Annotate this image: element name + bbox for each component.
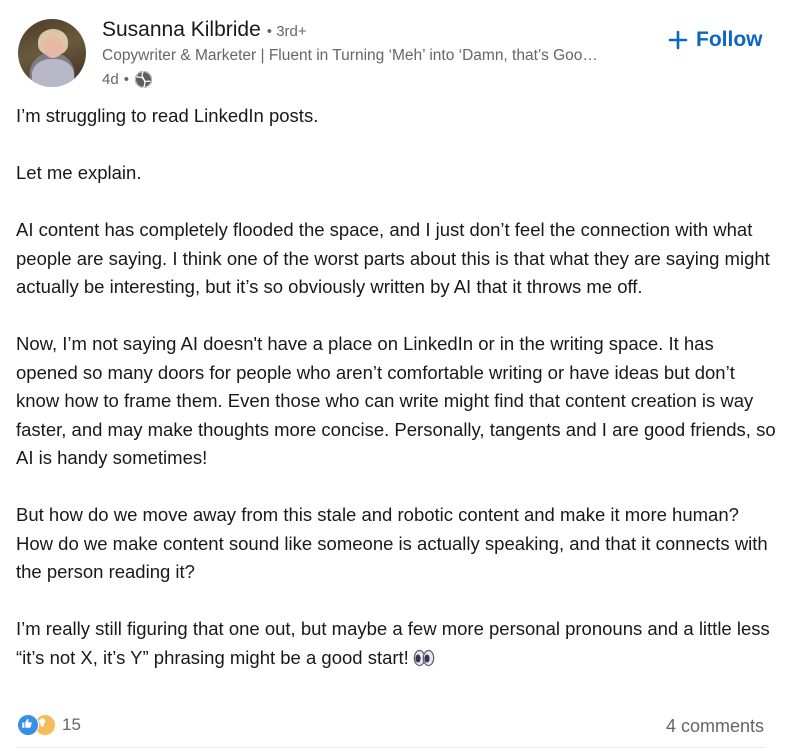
post-meta: 4d • [102, 68, 153, 90]
connection-degree: • 3rd+ [266, 23, 307, 40]
globe-icon [134, 70, 153, 89]
plus-icon [668, 30, 688, 50]
post-paragraph: I’m struggling to read LinkedIn posts. [16, 105, 319, 126]
meta-separator: • [123, 70, 129, 88]
post-paragraph: AI content has completely flooded the sp… [16, 219, 770, 297]
footer-divider [16, 747, 764, 748]
comments-count[interactable]: 4 comments [666, 716, 764, 737]
post-paragraph-text: I’m really still figuring that one out, … [16, 618, 770, 668]
reactions-summary[interactable]: 15 [17, 714, 81, 736]
like-icon [17, 714, 39, 736]
author-name[interactable]: Susanna Kilbride [102, 18, 261, 42]
follow-label: Follow [696, 28, 763, 51]
author-headline[interactable]: Copywriter & Marketer | Fluent in Turnin… [102, 47, 654, 65]
avatar-face [43, 36, 63, 58]
post-paragraph: But how do we move away from this stale … [16, 504, 768, 582]
post-paragraph: Let me explain. [16, 162, 142, 183]
reaction-count: 15 [62, 715, 81, 734]
post-body: I’m struggling to read LinkedIn posts. L… [16, 102, 776, 672]
social-counts: 15 4 comments [0, 708, 786, 748]
author-name-row: Susanna Kilbride • 3rd+ [102, 18, 307, 46]
avatar-torso [32, 59, 74, 87]
post-paragraph: Now, I’m not saying AI doesn't have a pl… [16, 333, 776, 468]
post-time: 4d [102, 70, 119, 88]
follow-button[interactable]: Follow [668, 25, 763, 55]
post-header: Susanna Kilbride • 3rd+ Copywriter & Mar… [0, 0, 786, 100]
post-paragraph-last: I’m really still figuring that one out, … [16, 615, 776, 672]
eyes-icon [413, 647, 435, 666]
author-avatar[interactable] [18, 19, 86, 87]
